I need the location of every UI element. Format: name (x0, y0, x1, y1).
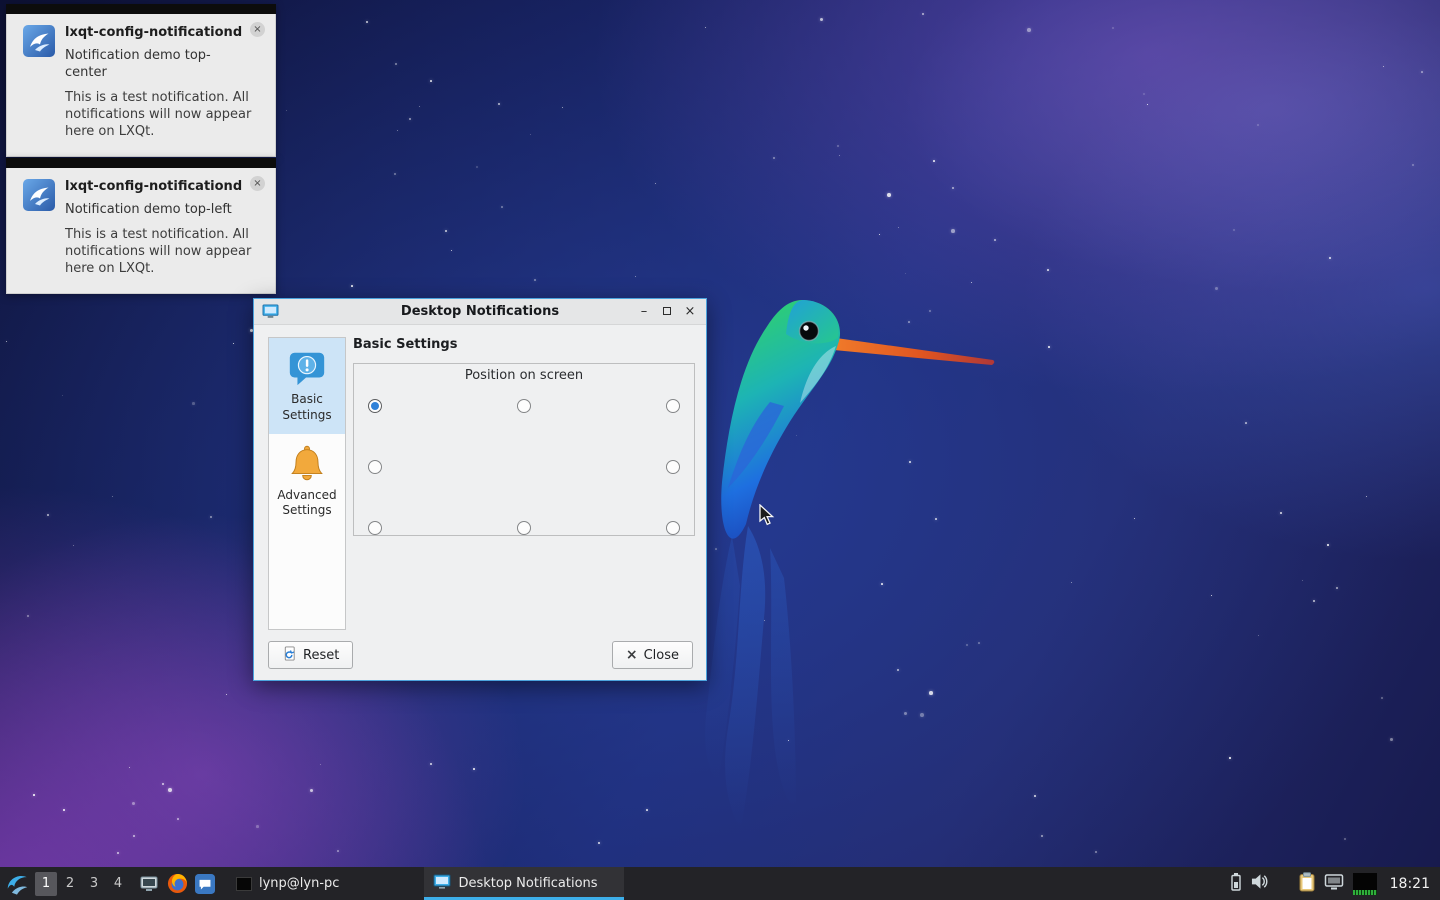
radio-row-top (368, 399, 680, 413)
radio-position-middle-left[interactable] (368, 460, 382, 474)
sidebar-item-basic-settings[interactable]: Basic Settings (269, 338, 345, 434)
page-heading: Basic Settings (353, 337, 695, 352)
radio-row-middle (368, 460, 680, 474)
terminal-window-icon (236, 877, 252, 891)
clock[interactable]: 18:21 (1390, 876, 1430, 892)
notification-close-icon[interactable]: × (250, 22, 265, 37)
desktop-notifications-task-icon (433, 874, 451, 894)
workspace-pager: 1 2 3 4 (35, 872, 129, 896)
close-button[interactable]: × Close (612, 641, 693, 669)
dialog-body: Basic Settings Advanced Settings Basic S… (254, 325, 706, 680)
notification-app-name: lxqt-config-notificationd (65, 179, 263, 195)
reset-button-label: Reset (303, 648, 339, 663)
groupbox-title: Position on screen (368, 368, 680, 383)
file-manager-launcher[interactable] (135, 870, 163, 898)
firefox-launcher[interactable] (163, 870, 191, 898)
taskbar: 1 2 3 4 lyn (0, 867, 1440, 900)
settings-content: Basic Settings Position on screen (353, 337, 695, 536)
desktop-notifications-window: Desktop Notifications – × (253, 298, 707, 681)
notification-text-block: lxqt-config-notificationd Notification d… (65, 25, 263, 141)
task-button-label: Desktop Notifications (458, 876, 597, 891)
hummingbird-wallpaper-art (688, 286, 1008, 846)
radio-position-top-left[interactable] (368, 399, 382, 413)
radio-position-bottom-center[interactable] (517, 521, 531, 535)
close-button-label: Close (644, 648, 679, 663)
notification-top-left: lxqt-config-notificationd Notification d… (6, 158, 276, 294)
notification-close-icon[interactable]: × (250, 176, 265, 191)
chat-bubble-icon (195, 874, 215, 894)
system-monitor-graph[interactable] (1353, 873, 1377, 895)
lxqt-notification-app-icon (23, 25, 55, 57)
battery-tray-icon[interactable] (1231, 873, 1241, 895)
volume-tray-icon[interactable] (1250, 873, 1269, 894)
notification-summary: Notification demo top-left (65, 202, 233, 219)
window-controls: – × (636, 304, 698, 320)
chat-launcher[interactable] (191, 870, 219, 898)
sidebar-item-label: Basic Settings (271, 392, 343, 424)
notification-text-block: lxqt-config-notificationd Notification d… (65, 179, 263, 278)
notification-app-name: lxqt-config-notificationd (65, 25, 263, 41)
sidebar-item-advanced-settings[interactable]: Advanced Settings (269, 434, 345, 530)
reset-icon (282, 646, 297, 665)
radio-position-middle-right[interactable] (666, 460, 680, 474)
clipboard-tray-icon[interactable] (1299, 872, 1315, 896)
minimize-icon[interactable]: – (636, 304, 652, 320)
notification-top-center: lxqt-config-notificationd Notification d… (6, 4, 276, 157)
mouse-cursor (758, 504, 778, 526)
desktop-background: lxqt-config-notificationd Notification d… (0, 0, 1440, 900)
radio-position-bottom-left[interactable] (368, 521, 382, 535)
notification-top-bar (6, 4, 276, 14)
workspace-button-1[interactable]: 1 (35, 872, 57, 896)
dialog-footer: Reset × Close (268, 641, 693, 669)
monitor-icon (139, 874, 159, 894)
workspace-button-3[interactable]: 3 (83, 872, 105, 896)
reset-button[interactable]: Reset (268, 641, 353, 669)
radio-position-top-center[interactable] (517, 399, 531, 413)
advanced-settings-bell-icon (286, 443, 328, 485)
display-tray-icon[interactable] (1324, 873, 1344, 895)
close-icon[interactable]: × (682, 304, 698, 320)
lxqt-logo-icon (5, 872, 29, 896)
close-button-icon: × (626, 648, 638, 662)
notification-stack: lxqt-config-notificationd Notification d… (6, 5, 276, 296)
position-groupbox: Position on screen (353, 363, 695, 536)
notification-top-bar (6, 158, 276, 168)
notification-summary: Notification demo top-center (65, 48, 233, 82)
settings-sidebar: Basic Settings Advanced Settings (268, 337, 346, 630)
radio-position-bottom-right[interactable] (666, 521, 680, 535)
lxqt-notification-app-icon (23, 179, 55, 211)
sidebar-item-label: Advanced Settings (271, 488, 343, 520)
radio-position-top-right[interactable] (666, 399, 680, 413)
lxqt-menu-button[interactable] (3, 870, 31, 898)
radio-row-bottom (368, 521, 680, 535)
basic-settings-bubble-icon (286, 347, 328, 389)
notification-body: This is a test notification. All notific… (65, 227, 263, 278)
dialog-titlebar[interactable]: Desktop Notifications – × (254, 299, 706, 325)
firefox-icon (167, 873, 188, 894)
task-button-terminal[interactable]: lynp@lyn-pc (227, 867, 348, 900)
task-button-label: lynp@lyn-pc (259, 876, 339, 891)
notification-body: This is a test notification. All notific… (65, 90, 263, 141)
system-tray: 18:21 (1231, 872, 1440, 896)
restore-icon[interactable] (659, 304, 675, 320)
workspace-button-4[interactable]: 4 (107, 872, 129, 896)
workspace-button-2[interactable]: 2 (59, 872, 81, 896)
task-button-desktop-notifications[interactable]: Desktop Notifications (424, 867, 624, 900)
